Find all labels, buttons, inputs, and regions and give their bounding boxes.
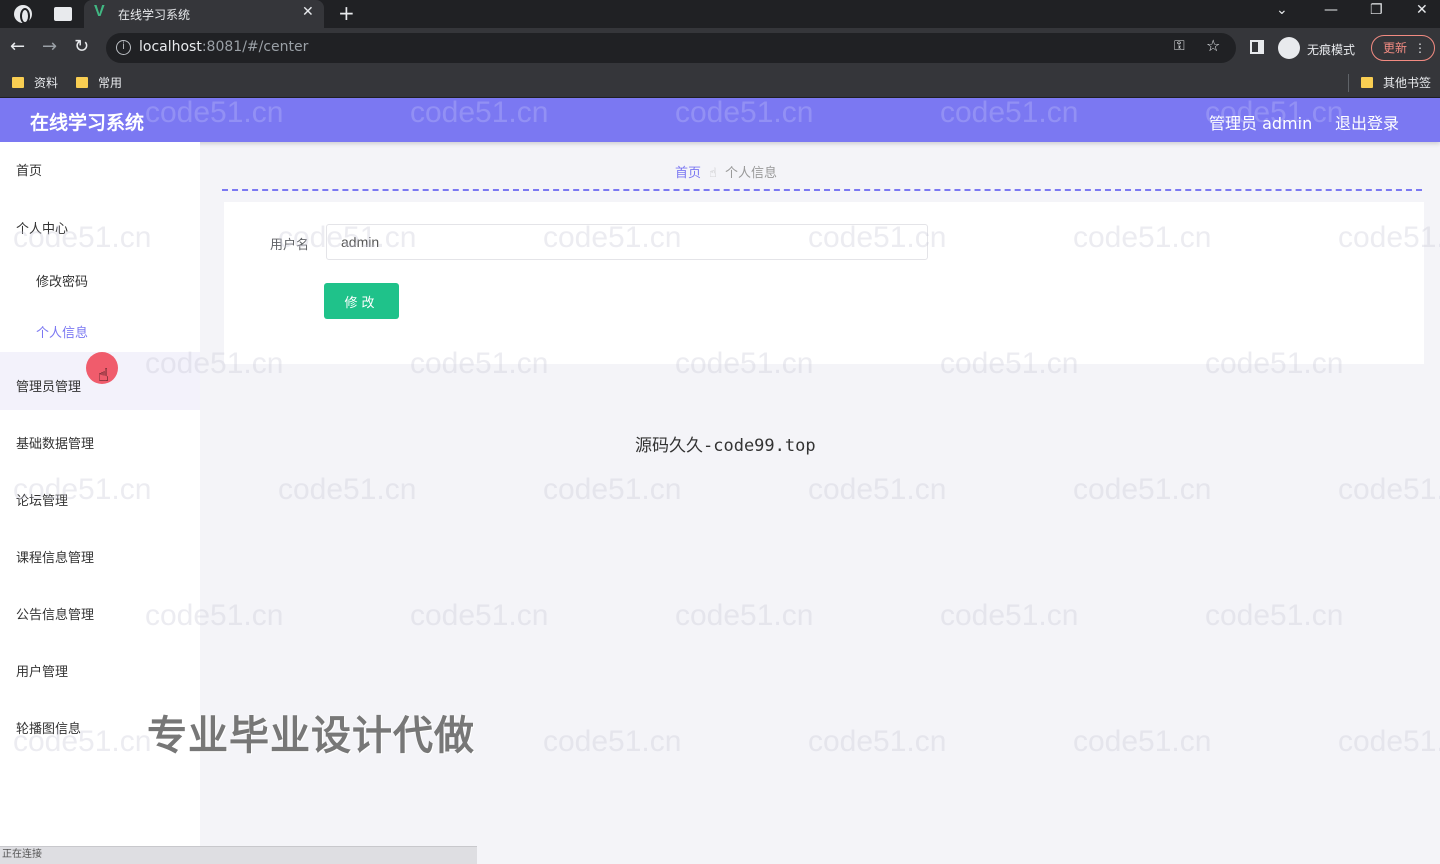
url-text[interactable]: localhost:8081/#/center bbox=[139, 39, 308, 55]
sidebar-item-personal-info[interactable]: 个人信息 bbox=[0, 322, 200, 341]
sidebar-item-personal-center[interactable]: 个人中心 bbox=[0, 218, 200, 237]
sidebar-item-announcements[interactable]: 公告信息管理 bbox=[0, 604, 200, 623]
breadcrumb: 首页 ☝ 个人信息 bbox=[675, 162, 777, 181]
update-button[interactable]: 更新 ⋮ bbox=[1371, 35, 1435, 61]
folder-icon bbox=[1361, 77, 1373, 88]
hand-cursor-icon: ☝ bbox=[98, 365, 109, 386]
tab-list-chevron-icon[interactable]: ⌄ bbox=[1276, 2, 1288, 18]
other-bookmarks[interactable]: 其他书签 bbox=[1361, 74, 1431, 91]
breadcrumb-divider bbox=[222, 189, 1422, 191]
back-icon[interactable]: ← bbox=[10, 37, 25, 57]
overlay-banner-text: 专业毕业设计代做 bbox=[147, 713, 475, 759]
sidebar-item-courses[interactable]: 课程信息管理 bbox=[0, 547, 200, 566]
sidebar-item-base-data[interactable]: 基础数据管理 bbox=[0, 433, 200, 452]
sidebar-item-users[interactable]: 用户管理 bbox=[0, 661, 200, 680]
more-menu-icon[interactable]: ⋮ bbox=[1414, 36, 1426, 60]
browser-tab-strip: V 在线学习系统 ✕ + ⌄ — ❐ ✕ bbox=[0, 0, 1440, 28]
close-tab-icon[interactable]: ✕ bbox=[302, 4, 314, 20]
sidebar-item-change-password[interactable]: 修改密码 bbox=[0, 271, 200, 290]
close-window-icon[interactable]: ✕ bbox=[1416, 2, 1428, 18]
browser-tab[interactable]: V 在线学习系统 ✕ bbox=[84, 0, 324, 28]
profile-form: 用户名 修改 bbox=[224, 202, 1424, 364]
bookmark-folder-1[interactable]: 资料 bbox=[12, 74, 58, 91]
new-tab-icon[interactable]: + bbox=[338, 1, 355, 25]
reload-icon[interactable]: ↻ bbox=[74, 37, 89, 57]
incognito-label[interactable]: 无痕模式 bbox=[1307, 41, 1355, 58]
minimize-icon[interactable]: — bbox=[1324, 2, 1338, 18]
password-key-icon[interactable]: ⚿ bbox=[1174, 38, 1185, 54]
sidebar-item-forum[interactable]: 论坛管理 bbox=[0, 490, 200, 509]
app-header: 在线学习系统 管理员 admin 退出登录 bbox=[0, 98, 1440, 142]
breadcrumb-separator-icon: ☝ bbox=[709, 166, 717, 181]
tab-search-icon[interactable] bbox=[54, 7, 72, 21]
bookmarks-bar: 资料 常用 其他书签 bbox=[0, 68, 1440, 98]
username-label: 用户名 bbox=[270, 238, 310, 253]
bookmarks-divider bbox=[1348, 74, 1349, 92]
browser-toolbar: ← → ↻ i localhost:8081/#/center ⚿ ☆ 无痕模式… bbox=[0, 28, 1440, 68]
folder-icon bbox=[76, 77, 88, 88]
center-watermark-text: 源码久久-code99.top bbox=[635, 436, 816, 456]
tab-title: 在线学习系统 bbox=[118, 8, 191, 22]
bookmark-folder-2[interactable]: 常用 bbox=[76, 74, 122, 91]
site-info-icon[interactable]: i bbox=[116, 40, 131, 55]
vue-favicon-icon: V bbox=[94, 3, 105, 20]
breadcrumb-home[interactable]: 首页 bbox=[675, 166, 701, 181]
side-panel-icon[interactable] bbox=[1250, 40, 1264, 54]
username-input[interactable] bbox=[326, 224, 928, 260]
forward-icon[interactable]: → bbox=[42, 37, 57, 57]
globe-icon[interactable] bbox=[14, 5, 32, 24]
logout-link[interactable]: 退出登录 bbox=[1335, 110, 1399, 134]
breadcrumb-current: 个人信息 bbox=[724, 166, 777, 181]
bookmark-star-icon[interactable]: ☆ bbox=[1206, 36, 1220, 55]
address-bar[interactable]: i localhost:8081/#/center ⚿ ☆ bbox=[106, 33, 1236, 63]
folder-icon bbox=[12, 77, 24, 88]
incognito-icon[interactable] bbox=[1278, 37, 1300, 59]
status-bar: 正在连接 bbox=[0, 846, 477, 864]
restore-icon[interactable]: ❐ bbox=[1370, 2, 1383, 18]
current-user-label: 管理员 admin bbox=[1209, 114, 1313, 133]
app-title: 在线学习系统 bbox=[30, 112, 145, 134]
submit-button[interactable]: 修改 bbox=[324, 283, 399, 319]
sidebar-item-home[interactable]: 首页 bbox=[0, 160, 200, 179]
